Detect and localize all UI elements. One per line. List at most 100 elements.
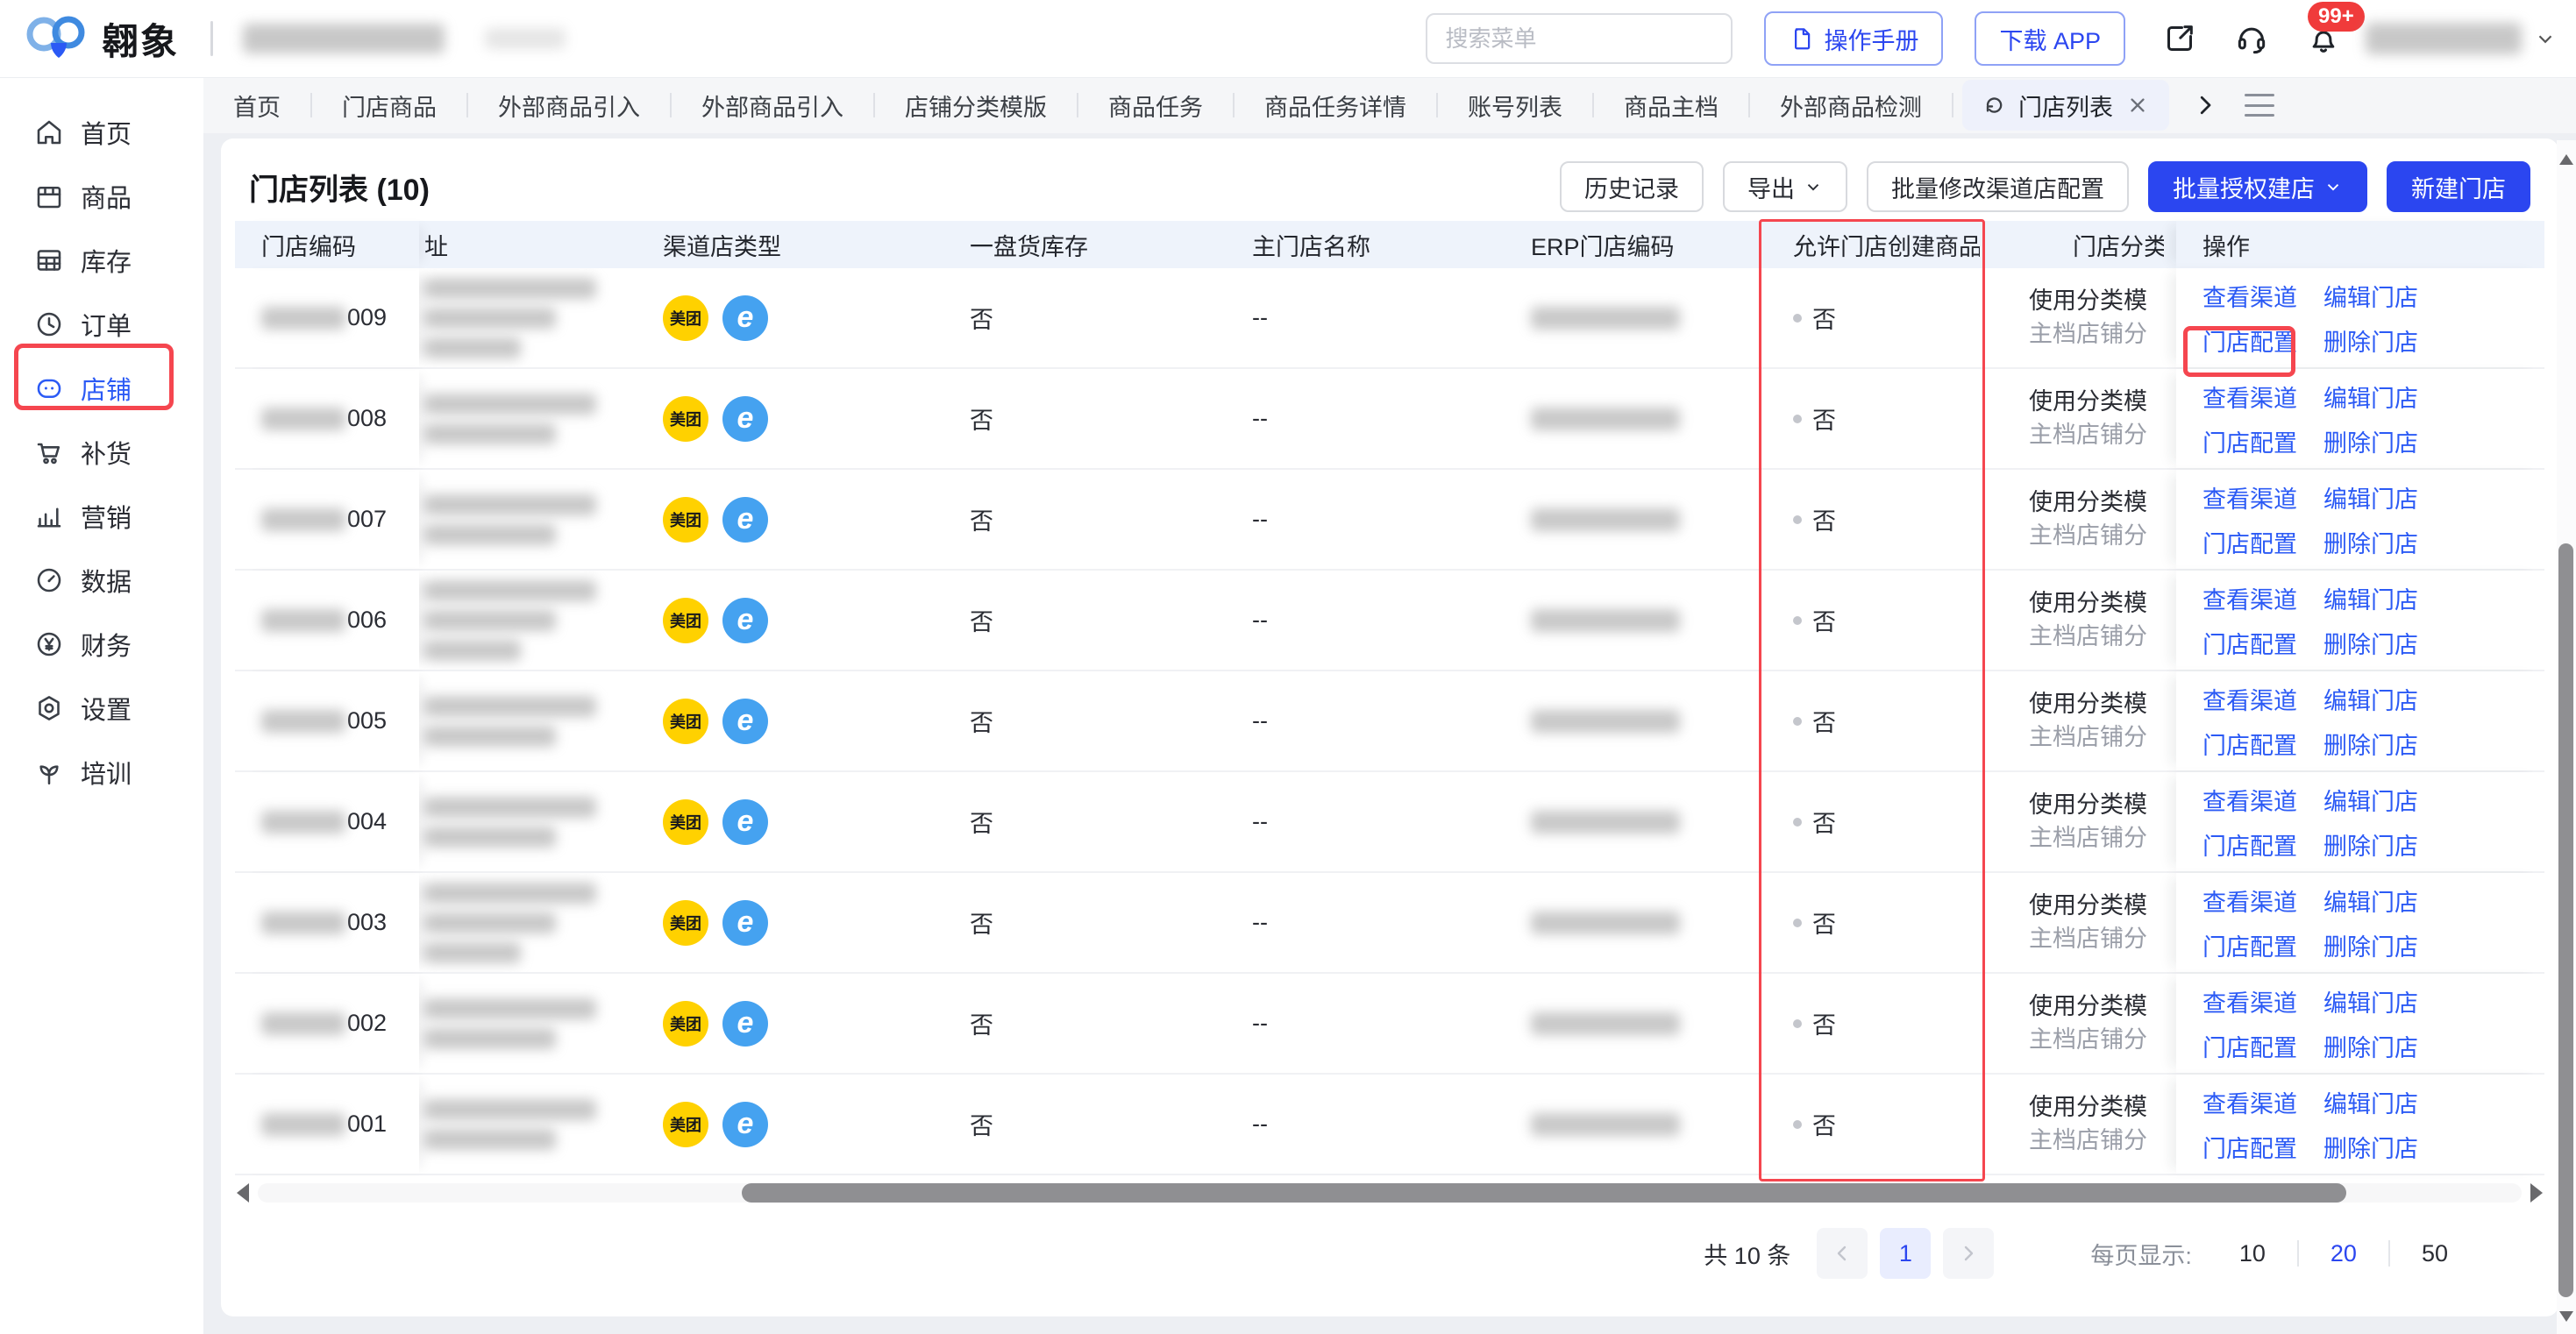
history-button[interactable]: 历史记录 [1560, 161, 1704, 212]
delete-store-link[interactable]: 删除门店 [2323, 1130, 2418, 1164]
tab-item[interactable]: 外部商品检测 [1750, 89, 1952, 123]
delete-store-link[interactable]: 删除门店 [2323, 424, 2418, 458]
store-config-link[interactable]: 门店配置 [2202, 928, 2297, 962]
store-config-link[interactable]: 门店配置 [2202, 1130, 2297, 1164]
username-redacted[interactable] [2366, 23, 2522, 54]
tab-item[interactable]: 首页 [203, 89, 310, 123]
view-channel-link[interactable]: 查看渠道 [2202, 380, 2297, 414]
view-channel-link[interactable]: 查看渠道 [2202, 984, 2297, 1018]
tab-item[interactable]: 账号列表 [1438, 89, 1592, 123]
edit-store-link[interactable]: 编辑门店 [2323, 783, 2418, 817]
delete-store-link[interactable]: 删除门店 [2323, 727, 2418, 761]
edit-store-link[interactable]: 编辑门店 [2323, 682, 2418, 716]
sidebar-item-data[interactable]: 数据 [0, 548, 203, 612]
delete-store-link[interactable]: 删除门店 [2323, 626, 2418, 660]
delete-store-link[interactable]: 删除门店 [2323, 1029, 2418, 1063]
per-page-option-10[interactable]: 10 [2220, 1240, 2285, 1267]
search-input[interactable] [1445, 25, 1739, 53]
store-config-link[interactable]: 门店配置 [2202, 626, 2297, 660]
notifications[interactable]: 99+ [2306, 21, 2341, 56]
table-row: 001 美团 e 否 -- 否 使用分类模 主档店铺分 [235, 1075, 2544, 1175]
store-code-cell: 002 [235, 974, 419, 1073]
delete-store-link[interactable]: 删除门店 [2323, 323, 2418, 358]
store-config-link[interactable]: 门店配置 [2202, 1029, 2297, 1063]
tab-item[interactable]: 外部商品引入 [672, 89, 873, 123]
edit-store-link[interactable]: 编辑门店 [2323, 984, 2418, 1018]
batch-auth-button[interactable]: 批量授权建店 [2148, 161, 2367, 212]
close-icon[interactable] [2125, 93, 2150, 117]
view-channel-link[interactable]: 查看渠道 [2202, 883, 2297, 918]
tab-item[interactable]: 门店商品 [312, 89, 466, 123]
tab-item[interactable]: 店铺分类模版 [875, 89, 1077, 123]
store-config-link[interactable]: 门店配置 [2202, 525, 2297, 559]
sidebar-item-settings[interactable]: 设置 [0, 676, 203, 740]
delete-store-link[interactable]: 删除门店 [2323, 827, 2418, 862]
store-config-link[interactable]: 门店配置 [2202, 827, 2297, 862]
edit-store-link[interactable]: 编辑门店 [2323, 480, 2418, 514]
scroll-left-icon[interactable] [237, 1183, 249, 1203]
page-number-button[interactable]: 1 [1880, 1228, 1931, 1279]
tab-menu-icon[interactable] [2245, 94, 2274, 117]
view-channel-link[interactable]: 查看渠道 [2202, 1085, 2297, 1119]
sidebar-item-home[interactable]: 首页 [0, 100, 203, 164]
view-channel-link[interactable]: 查看渠道 [2202, 783, 2297, 817]
vertical-scrollbar[interactable] [2557, 140, 2576, 1334]
sidebar-item-marketing[interactable]: 营销 [0, 484, 203, 548]
scroll-up-icon[interactable] [2559, 147, 2573, 165]
view-channel-link[interactable]: 查看渠道 [2202, 581, 2297, 615]
per-page-option-50[interactable]: 50 [2402, 1240, 2467, 1267]
download-app-button[interactable]: 下载 APP [1975, 11, 2125, 66]
batch-modify-button[interactable]: 批量修改渠道店配置 [1867, 161, 2129, 212]
menu-search[interactable] [1426, 13, 1733, 64]
horizontal-scrollbar [235, 1182, 2544, 1203]
sidebar-item-inventory[interactable]: 库存 [0, 228, 203, 292]
sidebar-item-goods[interactable]: 商品 [0, 164, 203, 228]
horizontal-scroll-thumb[interactable] [742, 1183, 2346, 1203]
create-store-button[interactable]: 新建门店 [2387, 161, 2530, 212]
tab-item[interactable]: 商品主档 [1594, 89, 1748, 123]
tab-item[interactable]: 商品任务详情 [1235, 89, 1436, 123]
next-page-button[interactable] [1943, 1228, 1994, 1279]
view-channel-link[interactable]: 查看渠道 [2202, 480, 2297, 514]
sidebar-item-replenish[interactable]: 补货 [0, 420, 203, 484]
edit-store-link[interactable]: 编辑门店 [2323, 380, 2418, 414]
per-page-option-20-selected[interactable]: 20 [2311, 1240, 2376, 1267]
sidebar-item-finance[interactable]: 财务 [0, 612, 203, 676]
sidebar-item-orders[interactable]: 订单 [0, 292, 203, 356]
edit-store-link[interactable]: 编辑门店 [2323, 581, 2418, 615]
store-config-link[interactable]: 门店配置 [2202, 424, 2297, 458]
channel-type-cell: 美团 e [638, 268, 893, 367]
tab-store-list-active[interactable]: 门店列表 [1962, 80, 2169, 131]
edit-store-link[interactable]: 编辑门店 [2323, 883, 2418, 918]
export-button[interactable]: 导出 [1723, 161, 1847, 212]
prev-page-button[interactable] [1817, 1228, 1868, 1279]
store-config-link[interactable]: 门店配置 [2202, 323, 2297, 358]
edit-store-link[interactable]: 编辑门店 [2323, 1085, 2418, 1119]
store-config-link[interactable]: 门店配置 [2202, 727, 2297, 761]
delete-store-link[interactable]: 删除门店 [2323, 928, 2418, 962]
edit-store-link[interactable]: 编辑门店 [2323, 279, 2418, 313]
tab-item[interactable]: 商品任务 [1078, 89, 1233, 123]
delete-store-link[interactable]: 删除门店 [2323, 525, 2418, 559]
sidebar-item-training[interactable]: 培训 [0, 740, 203, 804]
manual-button[interactable]: 操作手册 [1764, 11, 1943, 66]
eleme-icon: e [722, 598, 768, 643]
category-line2: 主档店铺分 [2029, 926, 2147, 953]
sidebar-item-store[interactable]: 店铺 [0, 356, 203, 420]
scroll-down-icon[interactable] [2559, 1311, 2573, 1329]
tab-item[interactable]: 外部商品引入 [468, 89, 670, 123]
operations-cell: 查看渠道 编辑门店 门店配置 删除门店 [2176, 571, 2544, 670]
chevron-right-icon[interactable] [2192, 92, 2218, 118]
scroll-right-icon[interactable] [2530, 1183, 2543, 1203]
chevron-down-icon[interactable] [2534, 27, 2557, 50]
horizontal-scroll-track[interactable] [258, 1183, 2522, 1203]
headset-icon[interactable] [2234, 21, 2269, 56]
page-title: 门店列表 (10) [249, 166, 430, 209]
external-link-icon[interactable] [2162, 21, 2197, 56]
main-store-cell: -- [1173, 772, 1454, 871]
active-tab-label: 门店列表 [2018, 89, 2113, 123]
vertical-scroll-thumb[interactable] [2558, 543, 2573, 1297]
view-channel-link[interactable]: 查看渠道 [2202, 279, 2297, 313]
refresh-icon[interactable] [1982, 93, 2006, 117]
view-channel-link[interactable]: 查看渠道 [2202, 682, 2297, 716]
